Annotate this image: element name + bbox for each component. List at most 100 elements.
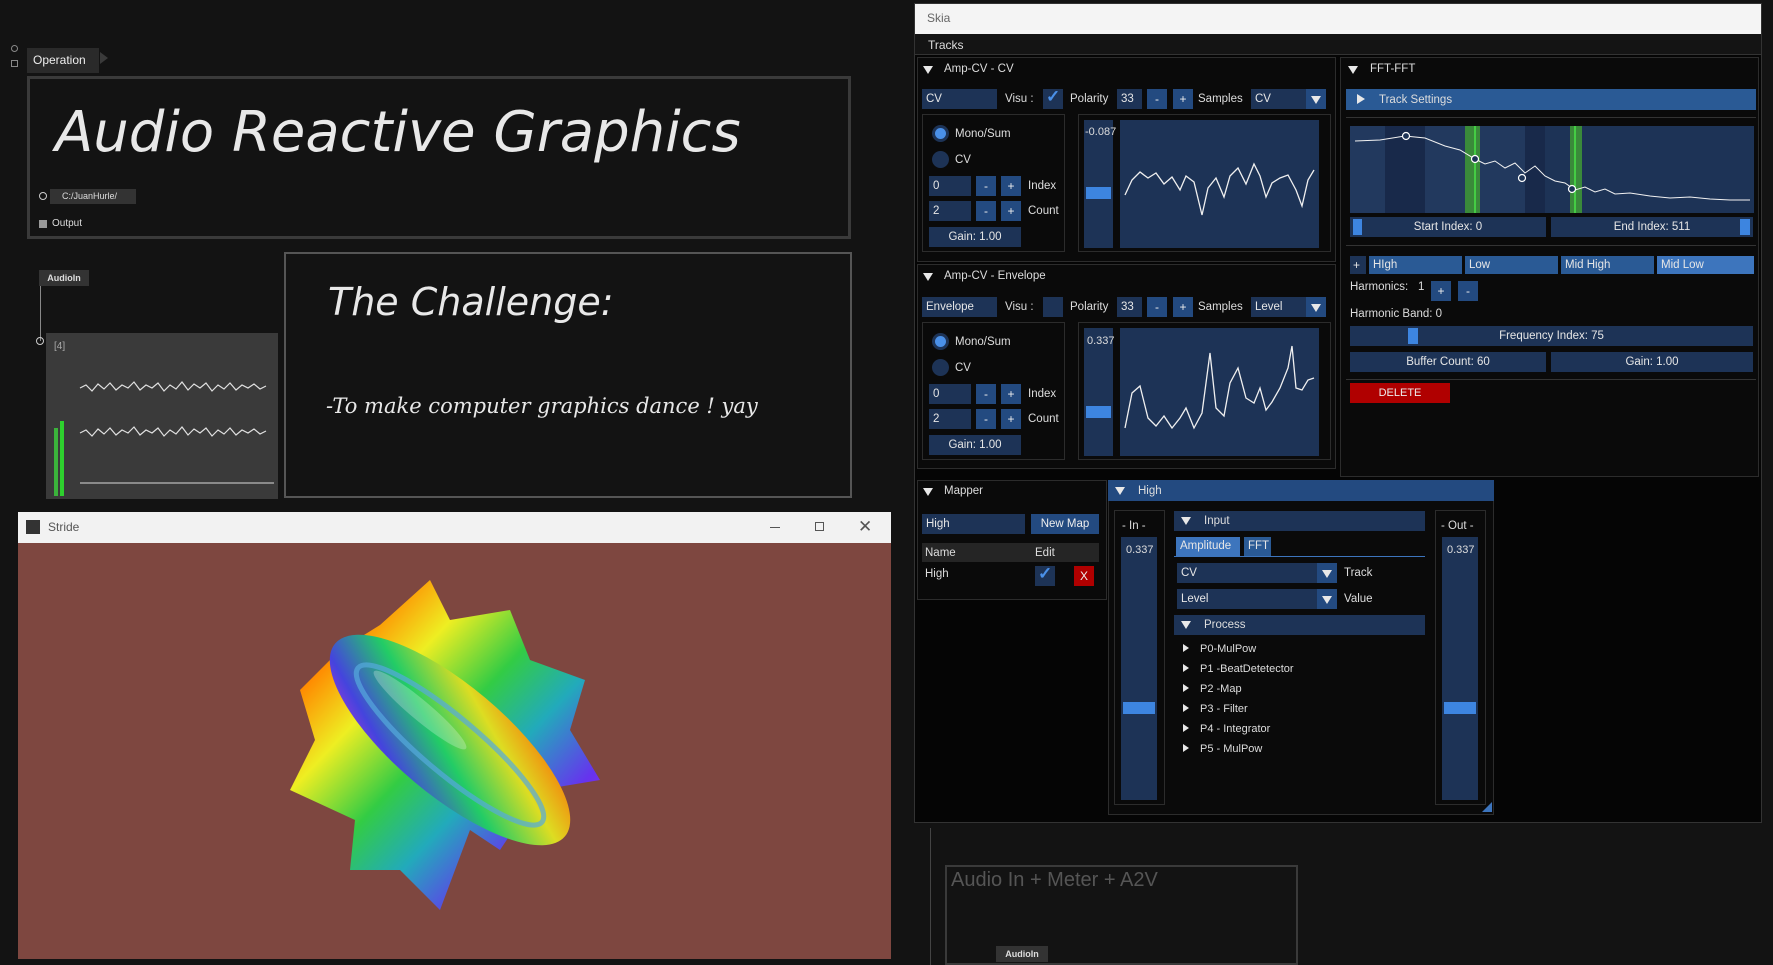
patch-pin-bottom[interactable] bbox=[11, 60, 18, 67]
amp-env-count-input[interactable]: 2 bbox=[929, 409, 971, 429]
track-settings-expand-icon bbox=[1357, 94, 1365, 104]
amp-cv-meter-value: -0.087 bbox=[1085, 126, 1117, 138]
amp-cv-meter[interactable] bbox=[1084, 120, 1113, 248]
process-item-p3[interactable]: P3 - Filter bbox=[1200, 703, 1248, 715]
amp-cv-plot bbox=[1120, 120, 1319, 248]
band-tab-mid-high[interactable]: Mid High bbox=[1561, 256, 1654, 274]
amp-env-name-input[interactable]: Envelope bbox=[922, 297, 997, 317]
amp-cv-count-plus[interactable]: + bbox=[1001, 201, 1021, 221]
close-icon[interactable]: ✕ bbox=[858, 517, 872, 537]
fft-end-grab[interactable] bbox=[1740, 219, 1750, 235]
amp-cv-index-plus[interactable]: + bbox=[1001, 176, 1021, 196]
amp-env-gain[interactable]: Gain: 1.00 bbox=[929, 435, 1021, 455]
amp-cv-gain[interactable]: Gain: 1.00 bbox=[929, 227, 1021, 247]
band-tab-low[interactable]: Low bbox=[1465, 256, 1558, 274]
buffer-count[interactable]: Buffer Count: 60 bbox=[1350, 352, 1546, 372]
scope-pin-icon[interactable] bbox=[36, 337, 44, 345]
process-item-p1[interactable]: P1 -BeatDetetector bbox=[1200, 663, 1294, 675]
process-item-p4[interactable]: P4 - Integrator bbox=[1200, 723, 1270, 735]
amp-cv-count-minus[interactable]: - bbox=[976, 201, 996, 221]
amp-cv-index-input[interactable]: 0 bbox=[929, 176, 971, 196]
high-out-meter[interactable] bbox=[1442, 537, 1478, 800]
mapper-row-name[interactable]: High bbox=[925, 568, 949, 580]
input-collapse-icon[interactable] bbox=[1181, 517, 1191, 525]
amp-env-index-plus[interactable]: + bbox=[1001, 384, 1021, 404]
amp-env-index-input[interactable]: 0 bbox=[929, 384, 971, 404]
band-tab-high[interactable]: HIgh bbox=[1369, 256, 1462, 274]
fft-gain[interactable]: Gain: 1.00 bbox=[1551, 352, 1753, 372]
amp-cv-meter-grab[interactable] bbox=[1086, 187, 1111, 199]
track-settings-label: Track Settings bbox=[1379, 94, 1453, 106]
patch-pin-top[interactable] bbox=[11, 45, 18, 52]
amp-env-meter-grab[interactable] bbox=[1086, 406, 1111, 418]
band-tab-mid-low[interactable]: Mid Low bbox=[1657, 256, 1754, 274]
amp-env-index-minus[interactable]: - bbox=[976, 384, 996, 404]
amp-env-polarity-plus[interactable]: + bbox=[1173, 297, 1193, 317]
process-expand-icon[interactable] bbox=[1183, 644, 1189, 652]
audioin-node[interactable]: AudioIn bbox=[39, 270, 89, 286]
bottom-audioin-node[interactable]: AudioIn bbox=[996, 946, 1048, 962]
amp-cv-mono-radio[interactable] bbox=[932, 125, 949, 142]
scope-waveforms bbox=[54, 381, 274, 496]
amp-env-visu-checkbox[interactable] bbox=[1043, 297, 1063, 317]
fft-collapse-icon[interactable] bbox=[1348, 66, 1358, 74]
amp-cv-count-input[interactable]: 2 bbox=[929, 201, 971, 221]
delete-button[interactable]: DELETE bbox=[1350, 383, 1450, 403]
process-item-p5[interactable]: P5 - MulPow bbox=[1200, 743, 1262, 755]
process-expand-icon[interactable] bbox=[1183, 704, 1189, 712]
mapper-collapse-icon[interactable] bbox=[923, 488, 933, 496]
amp-env-polarity-minus[interactable]: - bbox=[1147, 297, 1167, 317]
tab-fft[interactable]: FFT bbox=[1244, 537, 1271, 556]
process-expand-icon[interactable] bbox=[1183, 664, 1189, 672]
high-out-grab[interactable] bbox=[1444, 702, 1476, 714]
process-expand-icon[interactable] bbox=[1183, 684, 1189, 692]
process-item-p2[interactable]: P2 -Map bbox=[1200, 683, 1242, 695]
amp-env-count-plus[interactable]: + bbox=[1001, 409, 1021, 429]
path-pin-icon[interactable] bbox=[39, 192, 47, 200]
path-input[interactable]: C:/JuanHurle/ bbox=[50, 189, 136, 204]
amp-env-meter[interactable] bbox=[1084, 328, 1113, 456]
amp-cv-polarity-minus[interactable]: - bbox=[1147, 89, 1167, 109]
minimize-icon[interactable] bbox=[770, 527, 780, 528]
amp-cv-name-input[interactable]: CV bbox=[922, 89, 997, 109]
resize-grip-icon[interactable] bbox=[1482, 802, 1492, 812]
band-add-button[interactable]: + bbox=[1350, 256, 1366, 274]
amp-cv-polarity-plus[interactable]: + bbox=[1173, 89, 1193, 109]
output-pin-icon[interactable] bbox=[39, 220, 47, 228]
harmonics-minus[interactable]: - bbox=[1458, 281, 1478, 301]
process-expand-icon[interactable] bbox=[1183, 724, 1189, 732]
value-select[interactable]: Level bbox=[1177, 589, 1337, 609]
tab-amplitude[interactable]: Amplitude bbox=[1176, 537, 1240, 556]
amp-env-polarity-label: Polarity bbox=[1070, 301, 1109, 313]
amp-cv-polarity-value[interactable]: 33 bbox=[1117, 89, 1142, 109]
frequency-index-grab[interactable] bbox=[1408, 328, 1418, 344]
amp-cv-collapse-icon[interactable] bbox=[923, 66, 933, 74]
fft-end-index[interactable]: End Index: 511 bbox=[1551, 217, 1753, 237]
maximize-icon[interactable] bbox=[815, 522, 824, 531]
operation-tab-arrow-icon[interactable] bbox=[100, 52, 108, 64]
amp-env-collapse-icon[interactable] bbox=[923, 273, 933, 281]
amp-env-count-minus[interactable]: - bbox=[976, 409, 996, 429]
high-in-grab[interactable] bbox=[1123, 702, 1155, 714]
mapper-name-input[interactable]: High bbox=[922, 514, 1025, 534]
new-map-button[interactable]: New Map bbox=[1031, 514, 1099, 534]
mapper-row-delete[interactable]: X bbox=[1074, 566, 1094, 586]
skia-titlebar[interactable] bbox=[915, 4, 1761, 34]
track-select[interactable]: CV bbox=[1177, 563, 1337, 583]
high-in-meter[interactable] bbox=[1121, 537, 1157, 800]
high-header-bar[interactable] bbox=[1108, 480, 1494, 501]
amp-env-mono-radio[interactable] bbox=[932, 333, 949, 350]
amp-cv-cv-radio[interactable] bbox=[932, 151, 949, 168]
process-item-p0[interactable]: P0-MulPow bbox=[1200, 643, 1256, 655]
process-expand-icon[interactable] bbox=[1183, 744, 1189, 752]
fft-start-index[interactable]: Start Index: 0 bbox=[1350, 217, 1546, 237]
stride-titlebar[interactable] bbox=[18, 512, 891, 543]
fft-start-grab[interactable] bbox=[1353, 219, 1362, 235]
harmonics-plus[interactable]: + bbox=[1431, 281, 1451, 301]
amp-env-polarity-value[interactable]: 33 bbox=[1117, 297, 1142, 317]
operation-tab[interactable]: Operation bbox=[27, 48, 99, 73]
high-collapse-icon[interactable] bbox=[1115, 487, 1125, 495]
amp-cv-index-minus[interactable]: - bbox=[976, 176, 996, 196]
process-collapse-icon[interactable] bbox=[1181, 621, 1191, 629]
amp-env-cv-radio[interactable] bbox=[932, 359, 949, 376]
